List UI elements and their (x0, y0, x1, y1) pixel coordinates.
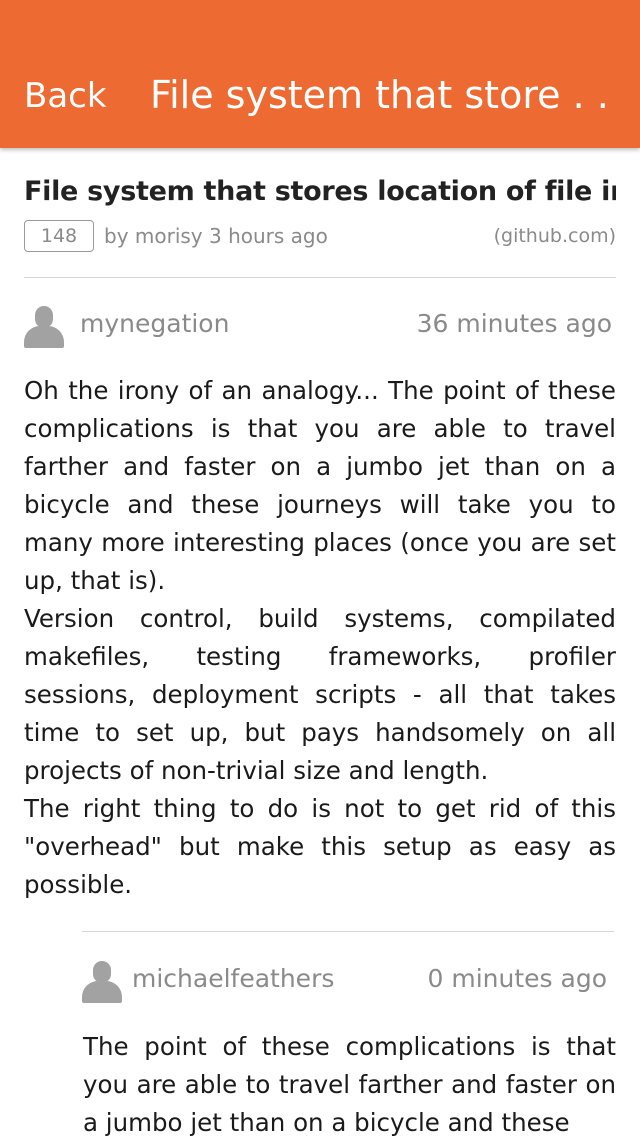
story-header: File system that stores location of file… (24, 172, 616, 254)
story-title[interactable]: File system that stores location of file… (24, 172, 616, 212)
user-avatar-icon (24, 306, 64, 348)
comment-time: 36 minutes ago (416, 309, 612, 338)
reply-divider (82, 931, 614, 932)
comment-author[interactable]: michaelfeathers (132, 962, 334, 996)
user-avatar-icon (82, 961, 122, 1003)
comment-paragraph: The point of these complications is that… (83, 1032, 616, 1137)
comment-time: 0 minutes ago (427, 964, 607, 993)
story-byline: by morisy 3 hours ago (104, 224, 328, 248)
header-divider (24, 277, 616, 278)
nav-title: File system that store . . . (150, 73, 620, 117)
comment-paragraph: Version control, build systems, compilat… (24, 604, 616, 785)
back-button[interactable]: Back (24, 74, 107, 118)
comment-paragraph: Oh the irony of an analogy... The point … (24, 376, 616, 595)
comment-text: The point of these complications is that… (83, 1028, 616, 1142)
navigation-bar: Back File system that store . . . (0, 0, 640, 148)
story-domain[interactable]: (github.com) (494, 222, 616, 250)
comment-text: Oh the irony of an analogy... The point … (24, 372, 616, 904)
story-meta: 148 by morisy 3 hours ago (github.com) (24, 220, 616, 254)
points-badge: 148 (24, 220, 94, 252)
comment-author[interactable]: mynegation (80, 307, 229, 341)
comment-paragraph: The right thing to do is not to get rid … (24, 794, 616, 899)
